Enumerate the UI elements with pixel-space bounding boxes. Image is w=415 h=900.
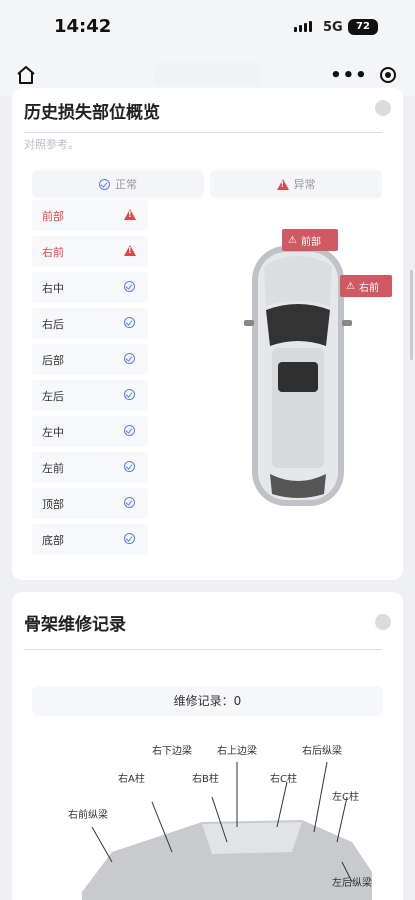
frame-repair-card: 骨架维修记录 维修记录：0 右下边梁 右上边梁 右后纵梁右A柱 右B柱 右C柱左C柱右前… — [12, 592, 403, 900]
network-type: 5G — [323, 20, 343, 35]
part-row[interactable]: 左中 — [32, 416, 148, 447]
warning-icon — [276, 178, 289, 190]
legend-abnormal: 异常 — [210, 170, 382, 198]
part-row[interactable]: 右中 — [32, 272, 148, 303]
warning-icon — [124, 245, 136, 256]
part-label: 顶部 — [42, 498, 64, 511]
check-circle-icon — [124, 317, 135, 328]
car-frame-diagram: 右下边梁 右上边梁 右后纵梁右A柱 右B柱 右C柱左C柱右前纵梁左后纵梁 — [52, 742, 392, 900]
status-time: 14:42 — [54, 16, 112, 37]
check-circle-icon — [124, 497, 135, 508]
signal-icon — [294, 21, 312, 32]
damage-overview-title: 历史损失部位概览 — [24, 103, 160, 123]
page-title — [155, 62, 260, 86]
warning-icon: ⚠ — [346, 280, 355, 292]
frame-part-label: 左C柱 — [332, 792, 359, 803]
part-row[interactable]: 右前 — [32, 236, 148, 267]
part-row[interactable]: 左前 — [32, 452, 148, 483]
warning-icon: ⚠ — [288, 234, 297, 246]
part-label: 左前 — [42, 462, 64, 475]
damage-overview-subtitle: 对照参考。 — [24, 138, 79, 151]
home-icon[interactable] — [15, 64, 37, 86]
part-row[interactable]: 顶部 — [32, 488, 148, 519]
close-ring-icon[interactable] — [379, 67, 396, 83]
car-tag-front: ⚠ 前部 — [282, 229, 338, 251]
part-label: 左后 — [42, 390, 64, 403]
part-label: 底部 — [42, 534, 64, 547]
part-row[interactable]: 底部 — [32, 524, 148, 555]
part-row[interactable]: 前部 — [32, 200, 148, 231]
scrollbar[interactable] — [410, 270, 413, 360]
frame-part-label: 右前纵梁 — [68, 810, 108, 821]
check-circle-icon — [99, 178, 110, 190]
part-label: 右中 — [42, 282, 64, 295]
part-label: 后部 — [42, 354, 64, 367]
legend-normal-label: 正常 — [115, 178, 137, 191]
frame-part-label: 右B柱 — [192, 774, 219, 785]
collapse-icon[interactable] — [375, 100, 391, 116]
frame-part-label: 右A柱 — [118, 774, 145, 785]
check-circle-icon — [124, 353, 135, 364]
title-divider — [24, 649, 382, 650]
frame-part-label: 右C柱 — [270, 774, 297, 785]
part-label: 左中 — [42, 426, 64, 439]
check-circle-icon — [124, 425, 135, 436]
frame-part-label: 右后纵梁 — [302, 746, 342, 757]
legend-abnormal-label: 异常 — [293, 178, 316, 191]
title-divider — [24, 132, 382, 133]
car-tag-right-front: ⚠ 右前 — [340, 275, 392, 297]
battery-icon: 72 — [348, 19, 378, 35]
damage-overview-card: 历史损失部位概览 对照参考。 正常 异常 前部右前右中右后后部左后左中左前顶部底… — [12, 88, 403, 580]
part-row[interactable]: 右后 — [32, 308, 148, 339]
legend-normal: 正常 — [32, 170, 204, 198]
status-bar: 14:42 5G 72 — [0, 0, 415, 52]
part-label: 右前 — [42, 246, 64, 259]
more-dots-icon[interactable]: ••• — [330, 65, 368, 86]
part-label: 右后 — [42, 318, 64, 331]
frame-part-label: 右上边梁 — [217, 746, 257, 757]
mini-program-capsule: ••• — [324, 60, 402, 90]
repair-count: 维修记录：0 — [32, 686, 383, 716]
warning-icon — [124, 209, 136, 220]
part-label: 前部 — [42, 210, 64, 223]
check-circle-icon — [124, 389, 135, 400]
frame-part-label: 右下边梁 — [152, 746, 192, 757]
part-row[interactable]: 后部 — [32, 344, 148, 375]
frame-part-label: 左后纵梁 — [332, 878, 372, 889]
frame-repair-title: 骨架维修记录 — [24, 615, 126, 635]
check-circle-icon — [124, 533, 135, 544]
part-row[interactable]: 左后 — [32, 380, 148, 411]
check-circle-icon — [124, 461, 135, 472]
collapse-icon[interactable] — [375, 614, 391, 630]
check-circle-icon — [124, 281, 135, 292]
